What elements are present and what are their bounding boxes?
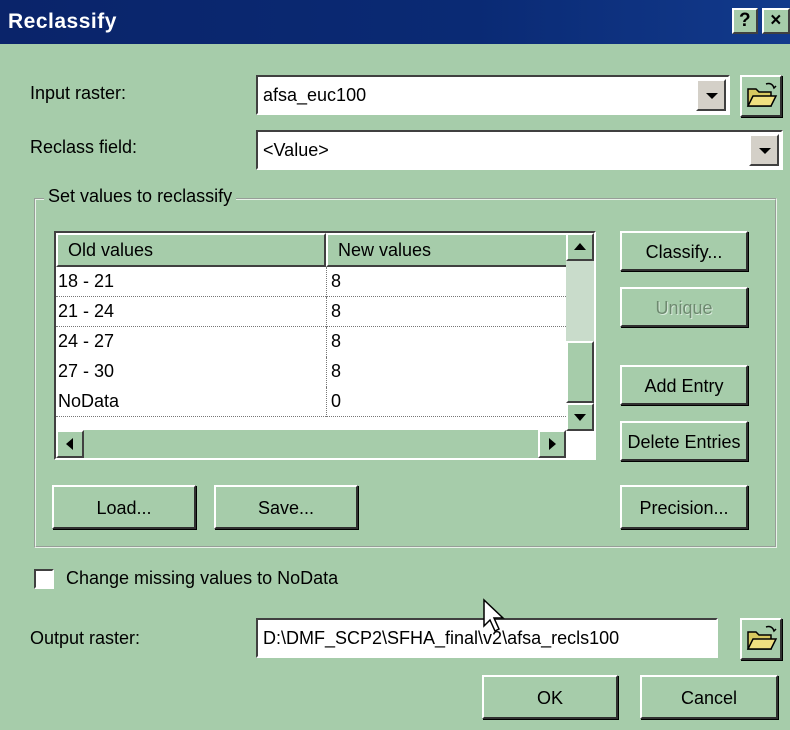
chevron-down-icon[interactable] [749, 134, 779, 166]
scroll-down-icon[interactable] [566, 403, 594, 431]
reclass-table[interactable]: Old values New values 18 - 21 8 21 - 24 … [54, 231, 596, 460]
cancel-button[interactable]: Cancel [640, 675, 778, 719]
new-value-cell[interactable]: 8 [326, 357, 341, 387]
reclass-field-value: <Value> [263, 140, 329, 160]
add-entry-button[interactable]: Add Entry [620, 365, 748, 405]
table-row[interactable]: 27 - 30 8 [56, 357, 568, 387]
vertical-scroll-thumb[interactable] [566, 341, 594, 403]
output-raster-value: D:\DMF_SCP2\SFHA_final\v2\afsa_recls100 [263, 628, 620, 648]
reclass-field-select[interactable]: <Value> [256, 130, 783, 170]
scroll-right-icon[interactable] [538, 430, 566, 458]
classify-button[interactable]: Classify... [620, 231, 748, 271]
old-value-cell[interactable]: 21 - 24 [58, 301, 114, 322]
horizontal-scroll-track[interactable] [84, 430, 536, 458]
new-value-cell[interactable]: 0 [326, 387, 341, 417]
new-value-cell[interactable]: 8 [326, 327, 341, 357]
delete-entries-button[interactable]: Delete Entries [620, 421, 748, 461]
horizontal-scrollbar[interactable] [56, 430, 566, 458]
old-value-cell[interactable]: 27 - 30 [58, 361, 114, 382]
input-raster-value: afsa_euc100 [263, 85, 367, 105]
scroll-up-icon[interactable] [566, 233, 594, 261]
table-row[interactable]: 24 - 27 8 [56, 327, 568, 357]
window-title: Reclassify [8, 10, 117, 33]
unique-button[interactable]: Unique [620, 287, 748, 327]
vertical-scrollbar[interactable] [566, 233, 594, 431]
scroll-left-icon[interactable] [56, 430, 84, 458]
old-value-cell[interactable]: 18 - 21 [58, 271, 114, 292]
folder-open-icon [746, 625, 778, 650]
help-icon: ? [738, 10, 752, 31]
old-value-cell[interactable]: NoData [58, 391, 119, 412]
reclass-field-label: Reclass field: [30, 137, 138, 157]
new-value-cell[interactable]: 8 [326, 267, 341, 297]
folder-open-icon [746, 82, 778, 107]
column-header-old[interactable]: Old values [56, 233, 326, 267]
close-icon: × [770, 10, 782, 31]
groupbox-title: Set values to reclassify [44, 186, 237, 207]
input-raster-label: Input raster: [30, 83, 127, 103]
title-bar: Reclassify ? × [0, 0, 790, 44]
missing-values-label[interactable]: Change missing values to NoData [66, 568, 338, 589]
missing-values-checkbox[interactable] [34, 569, 54, 589]
output-raster-browse-button[interactable] [740, 618, 782, 660]
chevron-down-icon[interactable] [696, 79, 726, 111]
table-row[interactable]: 21 - 24 8 [56, 297, 568, 327]
help-button[interactable]: ? [732, 8, 758, 34]
close-button[interactable]: × [762, 8, 790, 34]
save-button[interactable]: Save... [214, 485, 358, 529]
table-row[interactable]: NoData 0 [56, 387, 568, 417]
column-header-new[interactable]: New values [326, 233, 568, 267]
input-raster-select[interactable]: afsa_euc100 [256, 75, 730, 115]
precision-button[interactable]: Precision... [620, 485, 748, 529]
ok-button[interactable]: OK [482, 675, 618, 719]
input-raster-browse-button[interactable] [740, 75, 782, 117]
table-row[interactable]: 18 - 21 8 [56, 267, 568, 297]
output-raster-label: Output raster: [30, 628, 141, 648]
old-value-cell[interactable]: 24 - 27 [58, 331, 114, 352]
mouse-cursor-icon [483, 598, 505, 633]
load-button[interactable]: Load... [52, 485, 196, 529]
new-value-cell[interactable]: 8 [326, 297, 341, 327]
